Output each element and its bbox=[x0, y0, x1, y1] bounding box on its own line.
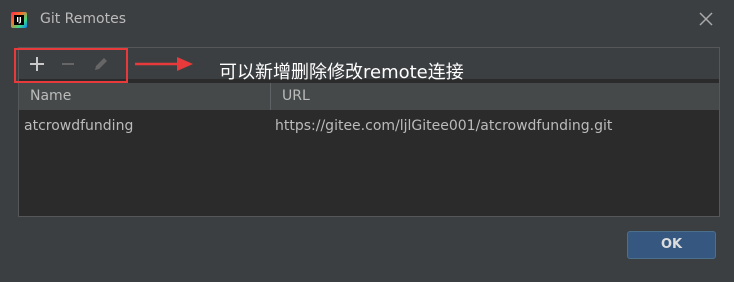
column-divider[interactable] bbox=[270, 83, 271, 110]
intellij-logo-icon: IJ bbox=[11, 12, 27, 28]
ok-button[interactable]: OK bbox=[627, 231, 716, 259]
column-header-name[interactable]: Name bbox=[30, 88, 71, 104]
remote-name-cell: atcrowdfunding bbox=[24, 118, 134, 134]
annotation-arrow-icon bbox=[135, 57, 193, 71]
title-bar: IJ Git Remotes bbox=[0, 0, 734, 40]
close-button[interactable] bbox=[698, 9, 714, 29]
table-row[interactable]: atcrowdfunding https://gitee.com/ljlGite… bbox=[19, 110, 719, 140]
annotation-text: 可以新增删除修改remote连接 bbox=[219, 62, 464, 83]
column-header-url[interactable]: URL bbox=[282, 88, 310, 104]
dialog-title: Git Remotes bbox=[40, 11, 126, 27]
remote-url-cell: https://gitee.com/ljlGitee001/atcrowdfun… bbox=[275, 118, 613, 134]
table-header: Name URL bbox=[19, 83, 719, 110]
annotation-highlight-box bbox=[14, 48, 128, 83]
close-icon bbox=[699, 12, 713, 26]
app-icon-label: IJ bbox=[14, 15, 24, 25]
